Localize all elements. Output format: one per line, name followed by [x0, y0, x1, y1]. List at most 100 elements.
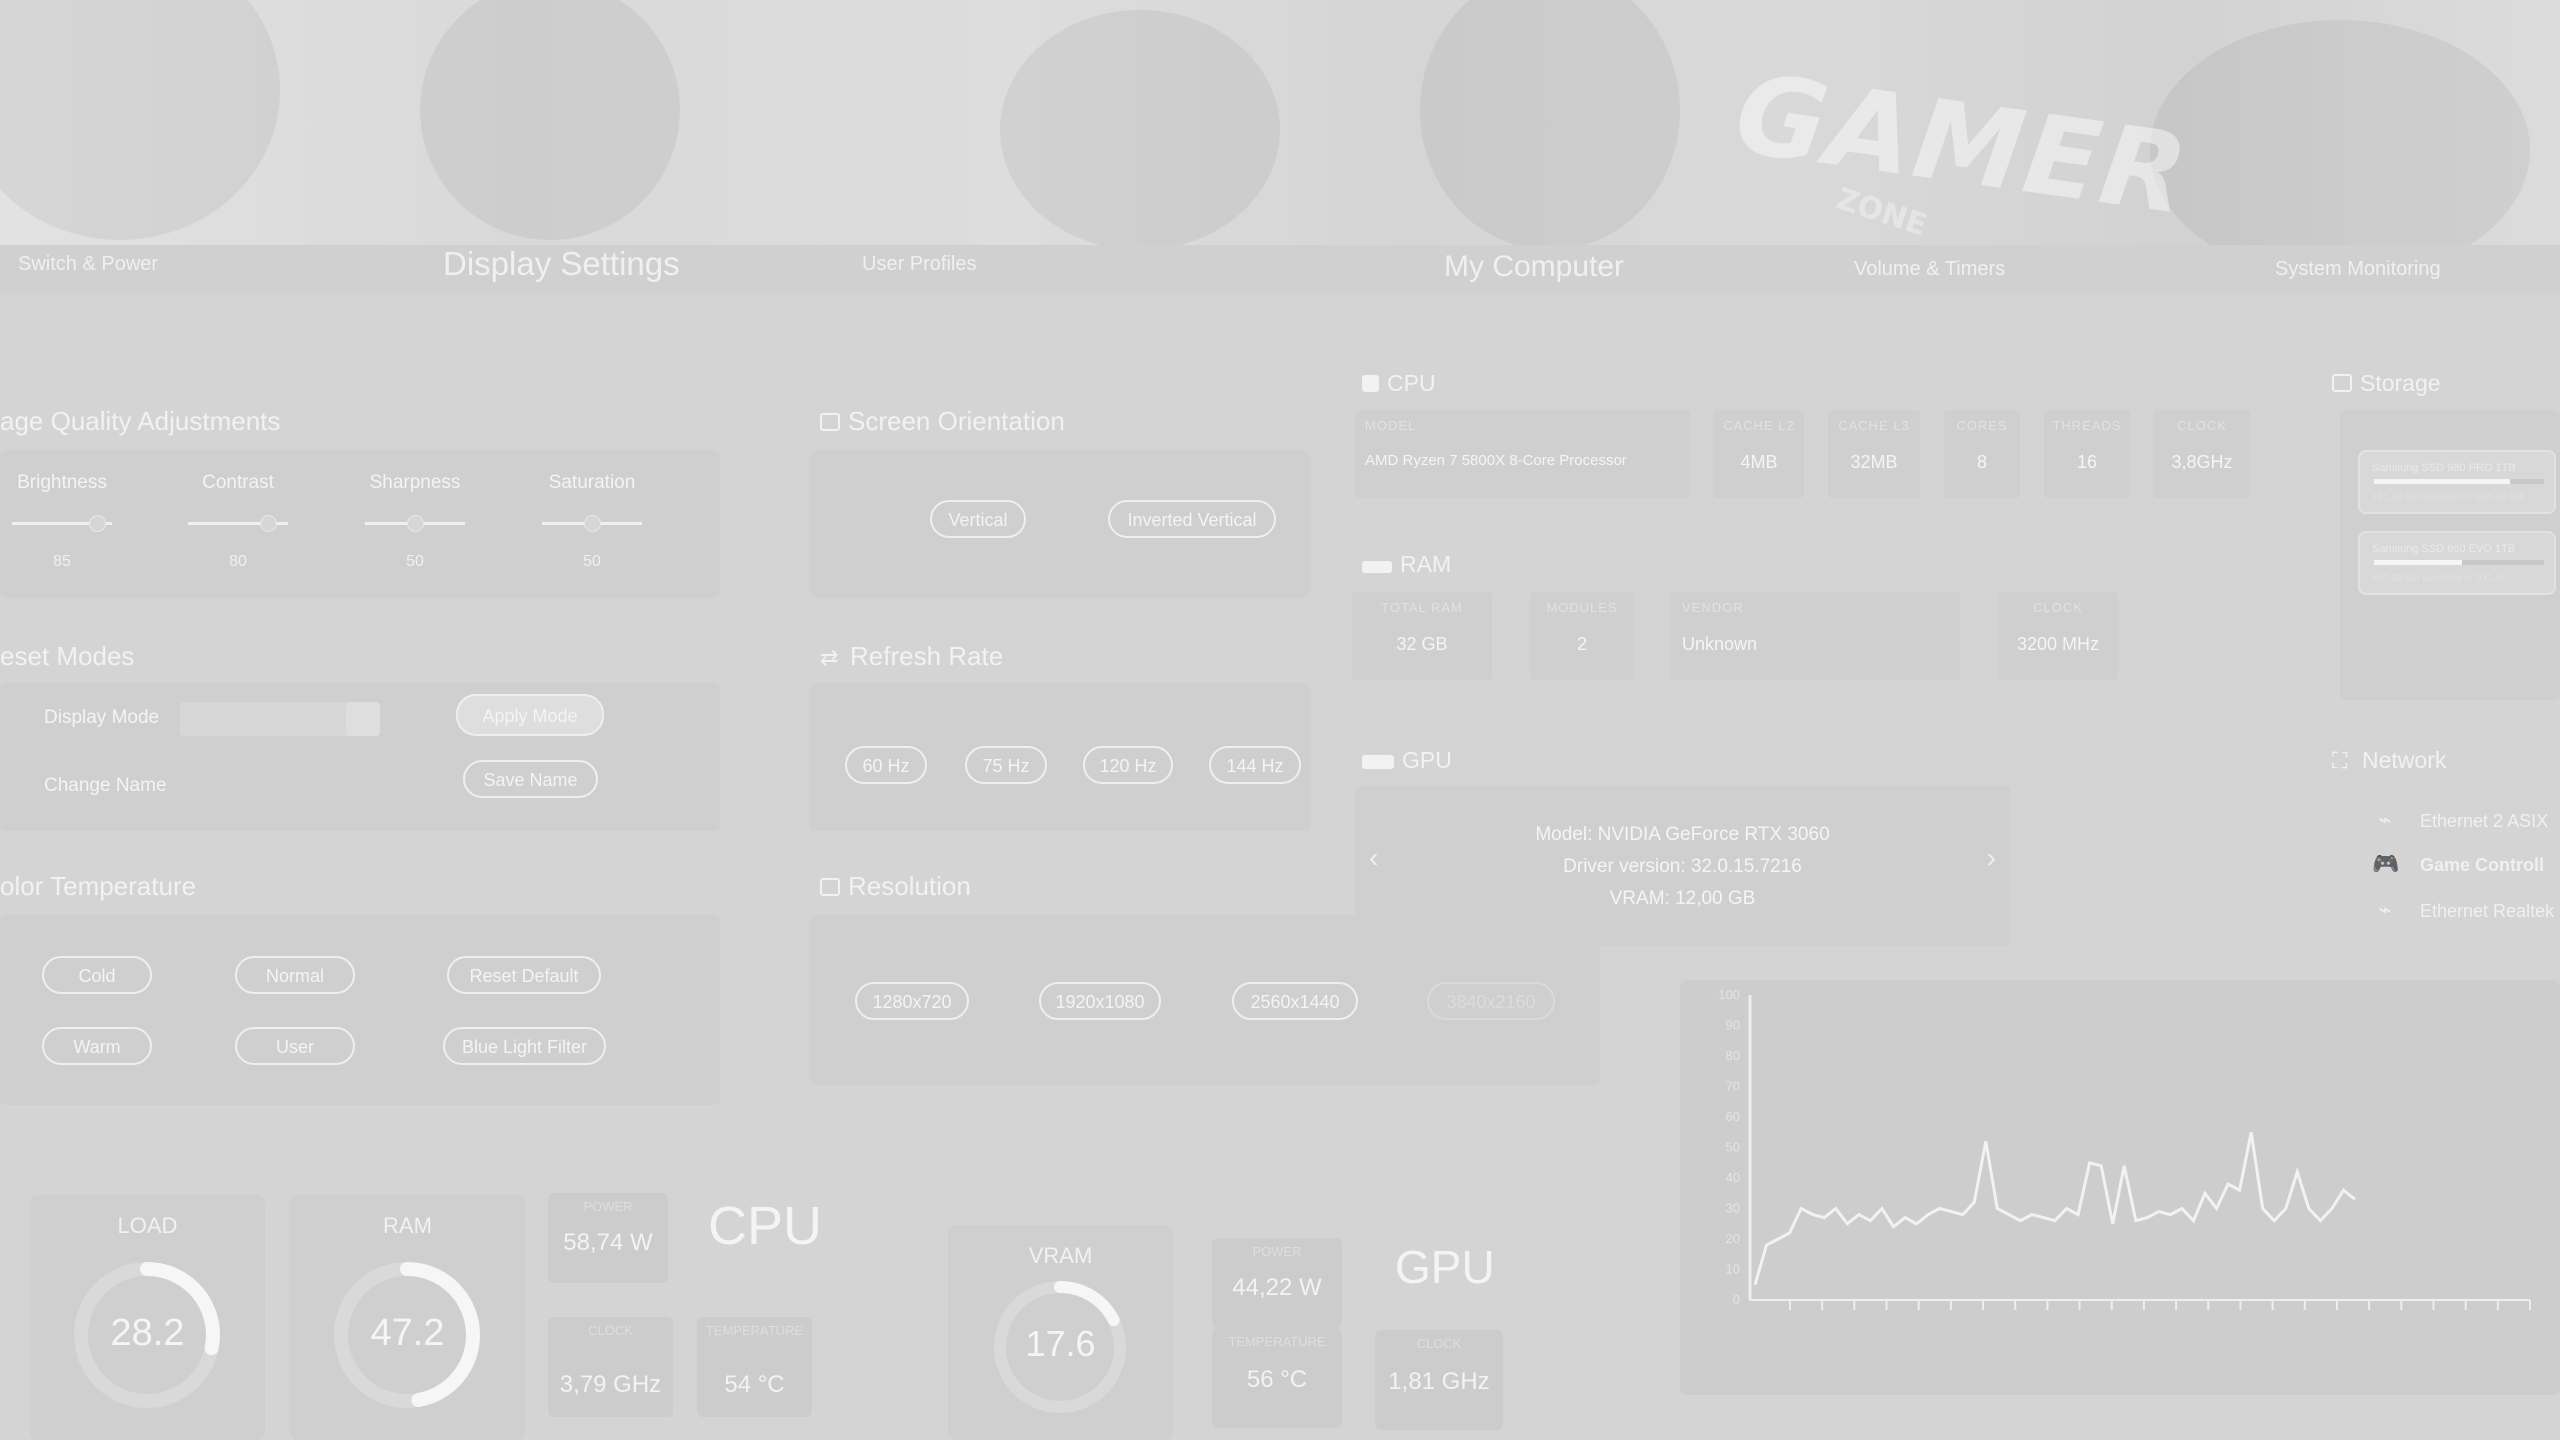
apply-mode-button[interactable]: Apply Mode [456, 694, 604, 736]
cpu-cache-l3-box: CACHE L3 32MB [1828, 410, 1920, 498]
rotate-icon [820, 413, 840, 431]
cpu-load-gauge-card: LOAD 28.2 [30, 1195, 265, 1440]
chart-y-tick-label: 90 [1726, 1018, 1740, 1033]
tab-switch-power[interactable]: Switch & Power [18, 253, 158, 276]
network-icon: ⛶ [2332, 748, 2348, 773]
storage-drive-name: Samsung SSD 980 PRO 1TB [2372, 462, 2516, 474]
network-title-text: Network [2362, 747, 2447, 773]
resolution-title: Resolution [820, 871, 971, 902]
refresh-60hz-button[interactable]: 60 Hz [845, 746, 927, 784]
cpu-power-value: 58,74 W [563, 1229, 653, 1256]
ram-vendor-value: Unknown [1682, 634, 1758, 654]
color-temp-reset-default-button[interactable]: Reset Default [447, 956, 601, 994]
slider-handle[interactable] [260, 515, 277, 532]
resolution-2560x1440-button[interactable]: 2560x1440 [1232, 982, 1358, 1020]
preset-modes-title: eset Modes [0, 641, 135, 671]
banner-shape [2150, 20, 2530, 245]
cpu-cache-l2-value: 4MB [1740, 452, 1778, 472]
chart-y-tick-label: 50 [1726, 1140, 1740, 1155]
image-quality-title: age Quality Adjustments [0, 406, 281, 436]
gpu-temperature-card: TEMPERATURE 56 °C [1212, 1328, 1342, 1428]
gpu-clock-card: CLOCK 1,81 GHz [1375, 1330, 1503, 1430]
chart-y-tick-label: 70 [1726, 1079, 1740, 1094]
cpu-cores-box: CORES 8 [1944, 410, 2020, 498]
gpu-clock-header: CLOCK [1416, 1336, 1462, 1351]
slider-value: 50 [406, 553, 424, 570]
network-item[interactable]: ⌁ Ethernet Realtek [2372, 897, 2554, 923]
slider-label: Contrast [202, 472, 274, 493]
storage-drive-item[interactable]: Samsung SSD 980 PRO 1TB 181,86 GB availab… [2358, 450, 2556, 514]
gpu-monitor-label: GPU [1395, 1241, 1495, 1293]
color-temp-cold-button[interactable]: Cold [42, 956, 152, 994]
chevron-right-icon[interactable]: › [1987, 842, 1996, 874]
gpu-clock-value: 1,81 GHz [1388, 1368, 1490, 1395]
ram-usage-gauge-card: RAM 47.2 [290, 1195, 525, 1440]
chart-y-tick-label: 10 [1726, 1262, 1740, 1277]
blue-light-filter-button[interactable]: Blue Light Filter [443, 1027, 606, 1065]
vram-value: 17.6 [1025, 1323, 1096, 1364]
chevron-left-icon[interactable]: ‹ [1369, 842, 1378, 874]
chart-series-line [1753, 1132, 2356, 1286]
tab-my-computer[interactable]: My Computer [1444, 250, 1624, 284]
color-temp-user-button[interactable]: User [235, 1027, 355, 1065]
storage-title: Storage [2332, 370, 2441, 397]
gpu-icon [1362, 755, 1394, 769]
display-mode-select[interactable] [180, 702, 380, 736]
color-temp-normal-button[interactable]: Normal [235, 956, 355, 994]
slider-handle[interactable] [584, 515, 601, 532]
slider-value: 50 [583, 553, 601, 570]
brightness-slider[interactable] [12, 515, 112, 532]
storage-drive-item[interactable]: Samsung SSD 860 EVO 1TB 450,39 GB availab… [2358, 531, 2556, 595]
refresh-75hz-button[interactable]: 75 Hz [965, 746, 1047, 784]
vram-gauge-card: VRAM 17.6 [948, 1225, 1173, 1440]
gpu-temperature-value: 56 °C [1246, 1366, 1308, 1393]
contrast-slider[interactable] [188, 515, 288, 532]
slider-handle[interactable] [407, 515, 424, 532]
cpu-cache-l3-value: 32MB [1850, 452, 1898, 472]
refresh-rate-title-text: Refresh Rate [850, 641, 1004, 671]
refresh-120hz-button[interactable]: 120 Hz [1083, 746, 1173, 784]
resolution-1280x720-button[interactable]: 1280x720 [855, 982, 969, 1020]
tab-display-settings[interactable]: Display Settings [443, 245, 680, 283]
banner-shape [420, 0, 680, 240]
tab-user-profiles[interactable]: User Profiles [862, 253, 976, 276]
resolution-1920x1080-button[interactable]: 1920x1080 [1039, 982, 1161, 1020]
chevron-down-icon [346, 702, 380, 736]
ram-modules-header: MODULES [1546, 600, 1618, 615]
orientation-vertical-button[interactable]: Vertical [930, 500, 1026, 538]
ram-usage-title: RAM [383, 1213, 432, 1238]
color-temp-warm-button[interactable]: Warm [42, 1027, 152, 1065]
tab-volume-timers[interactable]: Volume & Timers [1854, 258, 2005, 281]
change-name-input[interactable] [180, 770, 380, 804]
refresh-144hz-button[interactable]: 144 Hz [1209, 746, 1301, 784]
sharpness-slider[interactable] [365, 515, 465, 532]
cpu-monitor-label: CPU [708, 1196, 823, 1256]
cpu-threads-box: THREADS 16 [2044, 410, 2130, 498]
network-item[interactable]: 🎮 Game Controll [2372, 851, 2544, 877]
saturation-slider[interactable] [542, 515, 642, 532]
cpu-model-header: MODEL [1365, 418, 1417, 433]
network-item[interactable]: ⌁ Ethernet 2 ASIX [2372, 807, 2548, 833]
network-item-label: Ethernet Realtek [2420, 901, 2555, 921]
cpu-clock-header: CLOCK [588, 1323, 633, 1338]
network-item-label: Game Controll [2420, 855, 2545, 875]
resolution-3840x2160-button[interactable]: 3840x2160 [1427, 982, 1555, 1020]
cpu-clock-header: CLOCK [2177, 418, 2227, 433]
slider-handle[interactable] [89, 515, 106, 532]
gpu-temperature-header: TEMPERATURE [1228, 1334, 1326, 1349]
cpu-icon [1362, 375, 1379, 392]
cpu-power-card: POWER 58,74 W [548, 1193, 668, 1283]
storage-usage-bar [2374, 479, 2544, 484]
banner-shape [1420, 0, 1680, 245]
ram-usage-value: 47.2 [370, 1312, 445, 1354]
storage-title-text: Storage [2360, 370, 2441, 396]
gpu-power-card: POWER 44,22 W [1212, 1238, 1342, 1328]
tab-system-monitoring[interactable]: System Monitoring [2275, 258, 2441, 281]
orientation-inverted-vertical-button[interactable]: Inverted Vertical [1108, 500, 1276, 538]
gpu-info-carousel: Model: NVIDIA GeForce RTX 3060 Driver ve… [1355, 786, 2010, 946]
ram-info-title: RAM [1362, 551, 1451, 578]
network-item-label: Ethernet 2 ASIX [2420, 811, 2549, 831]
ram-clock-header: CLOCK [2033, 600, 2083, 615]
chart-y-tick-label: 40 [1726, 1170, 1740, 1185]
save-name-button[interactable]: Save Name [463, 760, 598, 798]
